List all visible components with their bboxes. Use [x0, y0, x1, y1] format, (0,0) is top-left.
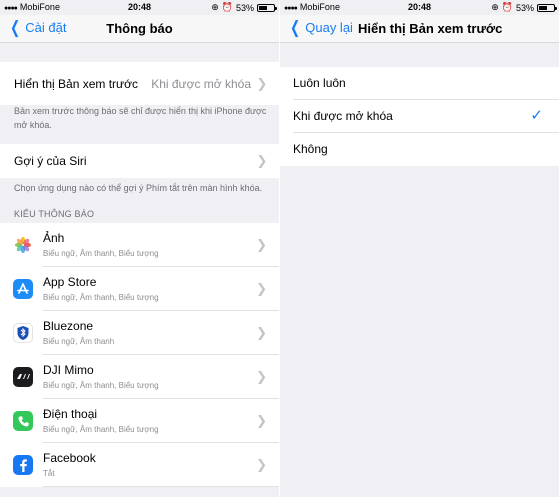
app-notification-style: Tắt: [43, 469, 55, 478]
chevron-right-icon: ❯: [256, 153, 268, 168]
alarm-icon: ⏰: [221, 2, 233, 12]
dji-mimo-icon: [13, 367, 33, 387]
show-previews-footer: Bản xem trước thông báo sẽ chỉ được hiển…: [14, 106, 267, 130]
show-previews-row[interactable]: Hiển thị Bản xem trước Khi được mở khóa …: [0, 62, 279, 105]
app-store-icon: [13, 279, 33, 299]
divider: [43, 486, 279, 487]
siri-suggestions-label: Gợi ý của Siri: [14, 154, 87, 168]
rotation-lock-icon: ⊕: [211, 2, 219, 12]
app-name: Ảnh: [43, 231, 65, 245]
show-previews-value: Khi được mở khóa: [151, 76, 251, 91]
option-label: Khi được mở khóa: [293, 109, 393, 123]
facebook-icon: [13, 455, 33, 475]
chevron-right-icon: ❯: [256, 369, 267, 384]
siri-suggestions-footer: Chọn ứng dụng nào có thể gợi ý Phím tắt …: [14, 183, 263, 193]
app-notification-style: Biểu ngữ, Âm thanh, Biểu tượng: [43, 293, 159, 302]
chevron-right-icon: ❯: [256, 237, 267, 252]
page-title: Thông báo: [106, 21, 173, 36]
nav-bar: ❮ Cài đặt Thông báo: [0, 15, 279, 43]
status-bar: ●●●● MobiFone 20:48 ⊕ ⏰ 53%: [280, 0, 559, 15]
chevron-left-icon: ❮: [290, 17, 301, 37]
photos-icon: [13, 235, 33, 255]
option-label: Luôn luôn: [293, 76, 346, 90]
rotation-lock-icon: ⊕: [491, 2, 499, 12]
chevron-right-icon: ❯: [256, 281, 267, 296]
status-bar: ●●●● MobiFone 20:48 ⊕ ⏰ 53%: [0, 0, 279, 15]
chevron-right-icon: ❯: [256, 325, 267, 340]
app-name: Điện thoại: [43, 407, 98, 421]
section-header: KIỂU THÔNG BÁO: [14, 209, 95, 219]
siri-suggestions-row[interactable]: Gợi ý của Siri ❯: [0, 144, 279, 178]
checkmark-icon: ✓: [530, 107, 543, 124]
app-row-dji-mimo[interactable]: DJI Mimo Biểu ngữ, Âm thanh, Biểu tượng …: [0, 355, 279, 399]
option-always[interactable]: Luôn luôn: [280, 67, 559, 100]
app-row-bluezone[interactable]: Bluezone Biểu ngữ, Âm thanh ❯: [0, 311, 279, 355]
app-notification-style: Biểu ngữ, Âm thanh, Biểu tượng: [43, 381, 159, 390]
battery-percent: 53%: [515, 2, 534, 13]
show-previews-label: Hiển thị Bản xem trước: [14, 76, 138, 91]
app-row-photos[interactable]: Ảnh Biểu ngữ, Âm thanh, Biểu tượng ❯: [0, 223, 279, 267]
battery-icon: [537, 3, 557, 12]
chevron-right-icon: ❯: [256, 75, 268, 91]
notifications-screen: ●●●● MobiFone 20:48 ⊕ ⏰ 53% ❮ Cài đặt Thô…: [0, 0, 279, 497]
battery-percent: 53%: [235, 2, 254, 13]
page-title: Hiển thị Bản xem trước: [358, 21, 503, 36]
app-notification-style: Biểu ngữ, Âm thanh, Biểu tượng: [43, 425, 159, 434]
alarm-icon: ⏰: [501, 2, 513, 12]
app-name: Facebook: [43, 451, 96, 465]
option-never[interactable]: Không: [280, 133, 559, 166]
app-name: DJI Mimo: [43, 363, 94, 377]
app-name: App Store: [43, 275, 97, 289]
battery-icon: [257, 3, 277, 12]
app-row-app-store[interactable]: App Store Biểu ngữ, Âm thanh, Biểu tượng…: [0, 267, 279, 311]
back-button[interactable]: ❮ Quay lại: [288, 17, 353, 37]
option-when-unlocked[interactable]: Khi được mở khóa ✓: [280, 100, 559, 133]
chevron-right-icon: ❯: [256, 413, 267, 428]
show-previews-screen: ●●●● MobiFone 20:48 ⊕ ⏰ 53% ❮ Quay lại Hi…: [280, 0, 559, 497]
option-label: Không: [293, 142, 328, 156]
bluezone-icon: [13, 323, 33, 343]
phone-icon: [13, 411, 33, 431]
app-row-phone[interactable]: Điện thoại Biểu ngữ, Âm thanh, Biểu tượn…: [0, 399, 279, 443]
chevron-right-icon: ❯: [256, 457, 267, 472]
app-notification-style: Biểu ngữ, Âm thanh: [43, 337, 115, 346]
app-name: Bluezone: [43, 319, 94, 333]
app-notification-style: Biểu ngữ, Âm thanh, Biểu tượng: [43, 249, 159, 258]
app-row-facebook[interactable]: Facebook Tắt ❯: [0, 443, 279, 487]
nav-bar: ❮ Quay lại Hiển thị Bản xem trước: [280, 15, 559, 43]
